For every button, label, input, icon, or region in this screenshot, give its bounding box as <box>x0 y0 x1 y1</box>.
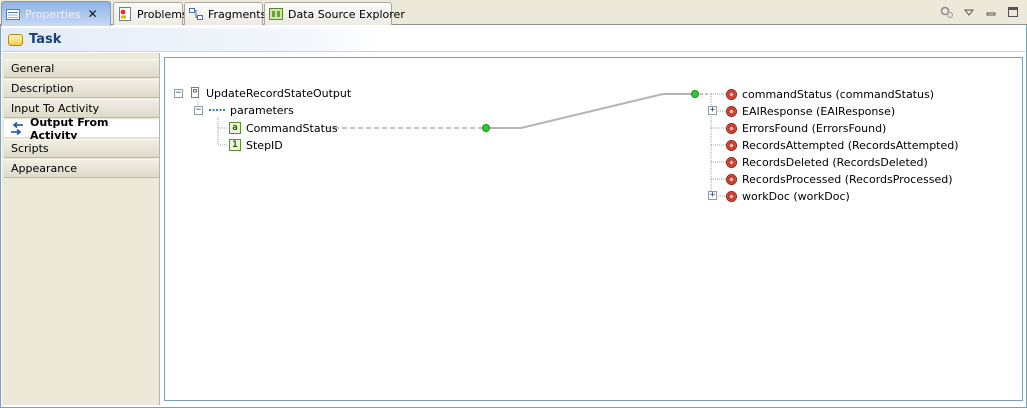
sidebar-item-label: General <box>11 62 55 75</box>
sidebar-item-label: Input To Activity <box>11 102 100 115</box>
tree-node-label: StepID <box>246 138 283 152</box>
integer-type-icon: 1 <box>229 139 241 151</box>
string-type-icon: a <box>229 122 241 134</box>
view-menu-icon[interactable] <box>961 4 977 20</box>
tab-problems[interactable]: Problems <box>113 2 188 25</box>
mapping-canvas: − UpdateRecordStateOutput − parameters a… <box>164 57 1023 401</box>
tab-data-source-explorer[interactable]: Data Source Explorer <box>264 2 405 25</box>
view-settings-icon[interactable] <box>939 4 955 20</box>
data-field-icon <box>726 139 737 151</box>
mapping-link <box>486 93 695 129</box>
data-field-icon <box>726 173 737 185</box>
tree-node-label: commandStatus (commandStatus) <box>742 87 934 101</box>
sidebar-item-label: Scripts <box>11 142 49 155</box>
target-field-node[interactable]: workDoc (workDoc) <box>726 188 850 204</box>
data-field-icon <box>726 105 737 117</box>
sidebar-item-label: Description <box>11 82 74 95</box>
tree-node-label: RecordsDeleted (RecordsDeleted) <box>742 155 928 169</box>
tree-node-label: ErrorsFound (ErrorsFound) <box>742 121 887 135</box>
expand-toggle[interactable]: + <box>708 106 717 115</box>
section-title-bar: Task <box>2 28 1025 52</box>
data-field-icon <box>726 156 737 168</box>
sidebar-item-appearance[interactable]: Appearance <box>4 159 159 178</box>
tree-node-label: UpdateRecordStateOutput <box>206 86 352 100</box>
target-field-node[interactable]: RecordsProcessed (RecordsProcessed) <box>726 171 953 187</box>
data-field-icon <box>726 122 737 134</box>
sidebar-item-scripts[interactable]: Scripts <box>4 139 159 158</box>
page-title: Task <box>29 32 62 47</box>
tab-properties[interactable]: Properties ✕ <box>1 1 111 26</box>
close-icon[interactable]: ✕ <box>87 7 99 21</box>
maximize-icon[interactable] <box>1005 4 1021 20</box>
tree-param-node[interactable]: a CommandStatus <box>229 120 338 136</box>
tree-node-label: parameters <box>230 103 294 117</box>
tab-label: Properties <box>25 7 81 21</box>
sidebar-item-label: Appearance <box>11 162 78 175</box>
target-field-node[interactable]: RecordsAttempted (RecordsAttempted) <box>726 137 959 153</box>
data-source-explorer-icon <box>268 6 284 22</box>
tree-node-label: RecordsAttempted (RecordsAttempted) <box>742 138 959 152</box>
property-tabs-sidebar: General Description Input To Activity Ou… <box>2 53 160 405</box>
properties-view: Task General Description Input To Activi… <box>0 25 1027 408</box>
tree-group-node[interactable]: parameters <box>209 102 294 118</box>
tree-node-label: CommandStatus <box>246 121 338 135</box>
task-icon <box>8 33 23 46</box>
view-tab-bar: Properties ✕ Problems Fragments Data Sou… <box>0 0 1027 26</box>
sidebar-item-output-from-activity[interactable]: Output From Activity <box>4 116 159 142</box>
mapping-target-endpoint <box>691 90 699 98</box>
parameters-icon <box>209 104 225 116</box>
tree-node-label: RecordsProcessed (RecordsProcessed) <box>742 172 953 186</box>
properties-icon <box>5 6 21 22</box>
mapping-source-endpoint <box>482 124 490 132</box>
tab-label: Data Source Explorer <box>288 7 405 21</box>
tab-fragments[interactable]: Fragments <box>184 2 267 25</box>
collapse-toggle[interactable]: − <box>174 89 183 98</box>
collapse-toggle[interactable]: − <box>194 106 203 115</box>
data-field-icon <box>726 190 737 202</box>
tree-root-node[interactable]: UpdateRecordStateOutput <box>189 85 351 101</box>
process-output-icon <box>189 87 201 99</box>
problems-icon <box>117 6 133 22</box>
tree-node-label: workDoc (workDoc) <box>742 189 850 203</box>
view-toolbar <box>939 3 1021 21</box>
sidebar-item-general[interactable]: General <box>4 59 159 78</box>
target-field-node[interactable]: commandStatus (commandStatus) <box>726 86 934 102</box>
minimize-icon[interactable] <box>983 4 999 20</box>
mapping-arrows-icon <box>9 121 25 137</box>
data-field-icon <box>726 88 737 100</box>
tab-label: Problems <box>137 7 188 21</box>
target-field-node[interactable]: EAIResponse (EAIResponse) <box>726 103 895 119</box>
tab-label: Fragments <box>208 7 267 21</box>
target-field-node[interactable]: RecordsDeleted (RecordsDeleted) <box>726 154 928 170</box>
target-field-node[interactable]: ErrorsFound (ErrorsFound) <box>726 120 886 136</box>
tree-param-node[interactable]: 1 StepID <box>229 137 283 153</box>
sidebar-item-description[interactable]: Description <box>4 79 159 98</box>
fragments-icon <box>188 6 204 22</box>
tree-node-label: EAIResponse (EAIResponse) <box>742 104 896 118</box>
expand-toggle[interactable]: + <box>708 191 717 200</box>
sidebar-item-label: Output From Activity <box>30 115 109 142</box>
